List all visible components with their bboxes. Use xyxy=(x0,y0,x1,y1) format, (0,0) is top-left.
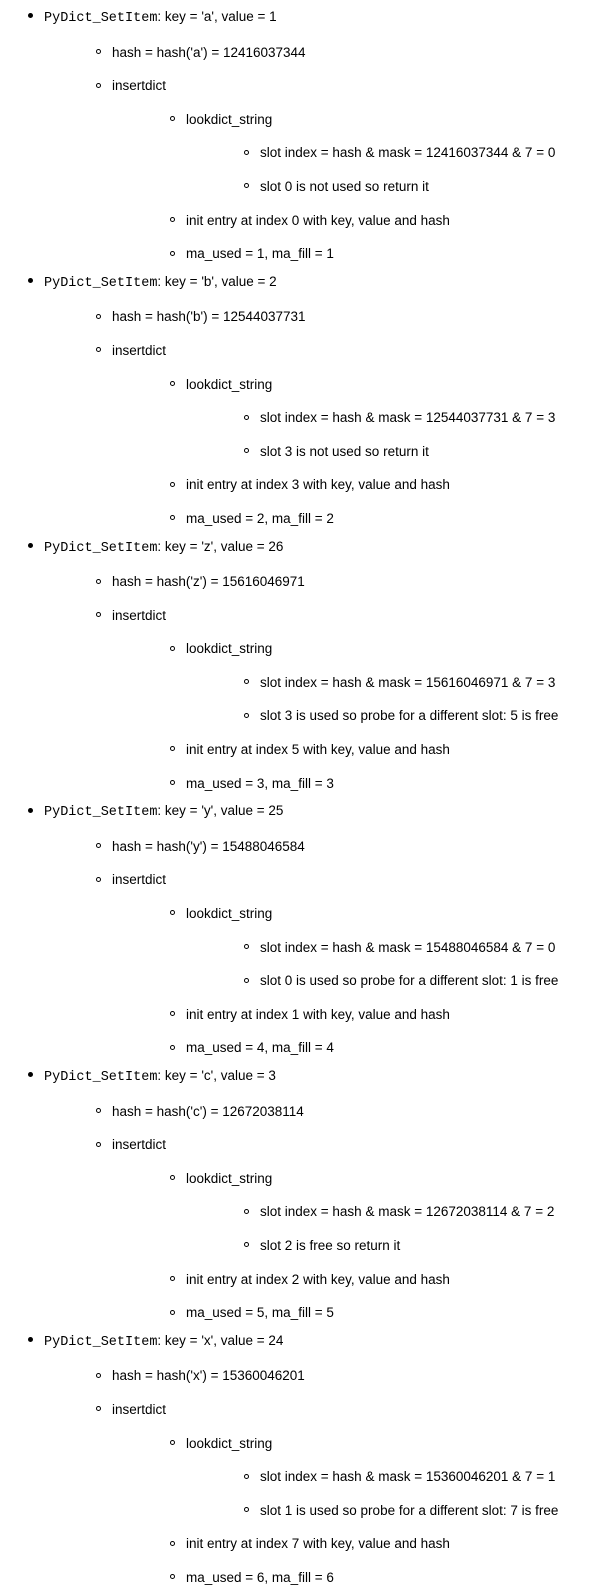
level4-list: slot index = hash & mask = 15360046201 &… xyxy=(186,1466,600,1521)
slot-index-line: slot index = hash & mask = 15360046201 &… xyxy=(240,1466,600,1488)
lookdict-line: lookdict_stringslot index = hash & mask … xyxy=(166,1433,600,1522)
hash-line: hash = hash('z') = 15616046971 xyxy=(92,571,600,593)
level3-list: lookdict_stringslot index = hash & mask … xyxy=(112,1168,600,1324)
key-value-text: : key = 'z', value = 26 xyxy=(157,539,283,554)
slot-index-line: slot index = hash & mask = 12672038114 &… xyxy=(240,1201,600,1223)
init-entry-line: init entry at index 1 with key, value an… xyxy=(166,1004,600,1026)
trace-item: PyDict_SetItem: key = 'c', value = 3 hash… xyxy=(22,1065,600,1324)
hash-line: hash = hash('c') = 12672038114 xyxy=(92,1101,600,1123)
level2-list: hash = hash('y') = 15488046584 insertdict… xyxy=(44,836,600,1059)
level4-list: slot index = hash & mask = 15616046971 &… xyxy=(186,672,600,727)
lookdict-line: lookdict_stringslot index = hash & mask … xyxy=(166,903,600,992)
trace-item: PyDict_SetItem: key = 'y', value = 25 has… xyxy=(22,800,600,1059)
hash-line: hash = hash('y') = 15488046584 xyxy=(92,836,600,858)
slot-note-line: slot 3 is used so probe for a different … xyxy=(240,705,600,727)
ma-counts-line: ma_used = 6, ma_fill = 6 xyxy=(166,1567,600,1589)
hash-line: hash = hash('b') = 12544037731 xyxy=(92,306,600,328)
fn-name: PyDict_SetItem xyxy=(44,11,157,26)
key-value-text: : key = 'y', value = 25 xyxy=(157,803,283,818)
key-value-text: : key = 'c', value = 3 xyxy=(157,1068,275,1083)
level3-list: lookdict_stringslot index = hash & mask … xyxy=(112,109,600,265)
key-value-text: : key = 'b', value = 2 xyxy=(157,274,276,289)
slot-note-line: slot 0 is used so probe for a different … xyxy=(240,970,600,992)
setitem-line: PyDict_SetItem: key = 'z', value = 26 xyxy=(44,539,283,554)
trace-list: PyDict_SetItem: key = 'a', value = 1hash… xyxy=(0,6,600,1589)
trace-item: PyDict_SetItem: key = 'b', value = 2 hash… xyxy=(22,271,600,530)
ma-counts-line: ma_used = 1, ma_fill = 1 xyxy=(166,243,600,265)
level4-list: slot index = hash & mask = 15488046584 &… xyxy=(186,937,600,992)
fn-name: PyDict_SetItem xyxy=(44,1070,157,1085)
slot-index-line: slot index = hash & mask = 12544037731 &… xyxy=(240,407,600,429)
slot-note-line: slot 2 is free so return it xyxy=(240,1235,600,1257)
trace-item: PyDict_SetItem: key = 'x', value = 24 has… xyxy=(22,1330,600,1589)
init-entry-line: init entry at index 7 with key, value an… xyxy=(166,1533,600,1555)
level3-list: lookdict_stringslot index = hash & mask … xyxy=(112,903,600,1059)
slot-note-line: slot 0 is not used so return it xyxy=(240,176,600,198)
level2-list: hash = hash('a') = 12416037344 insertdict… xyxy=(44,42,600,265)
slot-note-line: slot 3 is not used so return it xyxy=(240,441,600,463)
hash-line: hash = hash('x') = 15360046201 xyxy=(92,1365,600,1387)
ma-counts-line: ma_used = 3, ma_fill = 3 xyxy=(166,773,600,795)
lookdict-line: lookdict_stringslot index = hash & mask … xyxy=(166,109,600,198)
slot-note-line: slot 1 is used so probe for a different … xyxy=(240,1500,600,1522)
init-entry-line: init entry at index 0 with key, value an… xyxy=(166,210,600,232)
level2-list: hash = hash('b') = 12544037731 insertdict… xyxy=(44,306,600,529)
ma-counts-line: ma_used = 4, ma_fill = 4 xyxy=(166,1037,600,1059)
trace-item: PyDict_SetItem: key = 'a', value = 1 hash… xyxy=(22,6,600,265)
insertdict-line: insertdictlookdict_stringslot index = ha… xyxy=(92,340,600,530)
fn-name: PyDict_SetItem xyxy=(44,805,157,820)
insertdict-line: insertdictlookdict_stringslot index = ha… xyxy=(92,605,600,795)
level2-list: hash = hash('c') = 12672038114 insertdict… xyxy=(44,1101,600,1324)
setitem-line: PyDict_SetItem: key = 'b', value = 2 xyxy=(44,274,277,289)
level3-list: lookdict_stringslot index = hash & mask … xyxy=(112,638,600,794)
fn-name: PyDict_SetItem xyxy=(44,1335,157,1350)
setitem-line: PyDict_SetItem: key = 'y', value = 25 xyxy=(44,803,283,818)
insertdict-line: insertdictlookdict_stringslot index = ha… xyxy=(92,75,600,265)
slot-index-line: slot index = hash & mask = 15488046584 &… xyxy=(240,937,600,959)
level4-list: slot index = hash & mask = 12672038114 &… xyxy=(186,1201,600,1256)
insertdict-line: insertdictlookdict_stringslot index = ha… xyxy=(92,1134,600,1324)
setitem-line: PyDict_SetItem: key = 'x', value = 24 xyxy=(44,1333,283,1348)
slot-index-line: slot index = hash & mask = 15616046971 &… xyxy=(240,672,600,694)
insertdict-line: insertdictlookdict_stringslot index = ha… xyxy=(92,1399,600,1589)
fn-name: PyDict_SetItem xyxy=(44,541,157,556)
init-entry-line: init entry at index 3 with key, value an… xyxy=(166,474,600,496)
init-entry-line: init entry at index 2 with key, value an… xyxy=(166,1269,600,1291)
level2-list: hash = hash('z') = 15616046971 insertdict… xyxy=(44,571,600,794)
level4-list: slot index = hash & mask = 12544037731 &… xyxy=(186,407,600,462)
setitem-line: PyDict_SetItem: key = 'c', value = 3 xyxy=(44,1068,276,1083)
lookdict-line: lookdict_stringslot index = hash & mask … xyxy=(166,638,600,727)
fn-name: PyDict_SetItem xyxy=(44,276,157,291)
level4-list: slot index = hash & mask = 12416037344 &… xyxy=(186,142,600,197)
init-entry-line: init entry at index 5 with key, value an… xyxy=(166,739,600,761)
slot-index-line: slot index = hash & mask = 12416037344 &… xyxy=(240,142,600,164)
key-value-text: : key = 'a', value = 1 xyxy=(157,9,276,24)
trace-item: PyDict_SetItem: key = 'z', value = 26 has… xyxy=(22,536,600,795)
ma-counts-line: ma_used = 5, ma_fill = 5 xyxy=(166,1302,600,1324)
key-value-text: : key = 'x', value = 24 xyxy=(157,1333,283,1348)
level3-list: lookdict_stringslot index = hash & mask … xyxy=(112,1433,600,1589)
level3-list: lookdict_stringslot index = hash & mask … xyxy=(112,374,600,530)
lookdict-line: lookdict_stringslot index = hash & mask … xyxy=(166,374,600,463)
insertdict-line: insertdictlookdict_stringslot index = ha… xyxy=(92,869,600,1059)
ma-counts-line: ma_used = 2, ma_fill = 2 xyxy=(166,508,600,530)
level2-list: hash = hash('x') = 15360046201 insertdict… xyxy=(44,1365,600,1588)
setitem-line: PyDict_SetItem: key = 'a', value = 1 xyxy=(44,9,277,24)
lookdict-line: lookdict_stringslot index = hash & mask … xyxy=(166,1168,600,1257)
hash-line: hash = hash('a') = 12416037344 xyxy=(92,42,600,64)
